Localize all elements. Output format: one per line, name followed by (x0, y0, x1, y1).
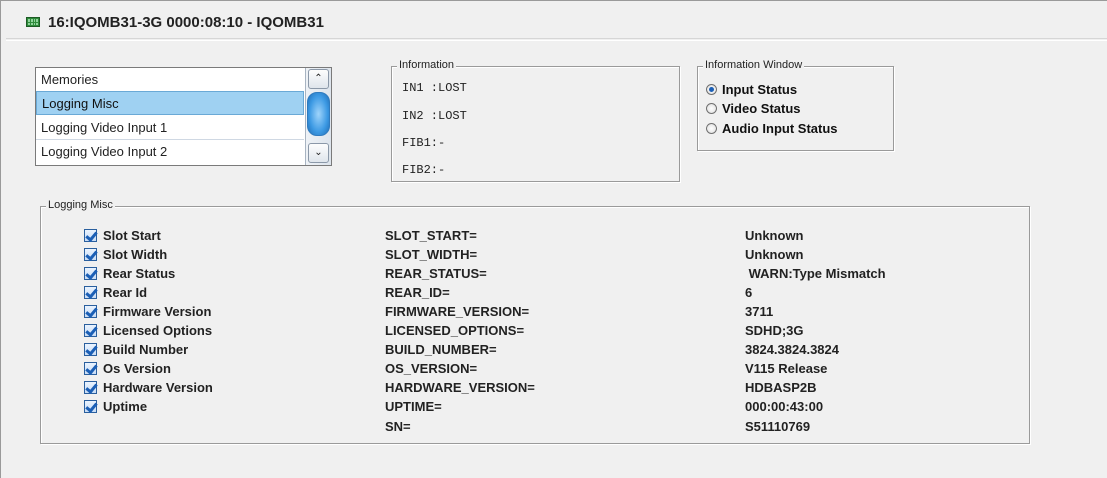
log-row-hardware-version: Hardware Version HARDWARE_VERSION= HDBAS… (41, 380, 1031, 400)
chevron-down-icon: ⌄ (314, 147, 323, 158)
radio-input-status[interactable]: Input Status (706, 82, 797, 97)
chevron-up-icon: ⌃ (314, 73, 323, 84)
log-label: Firmware Version (103, 304, 212, 319)
info-line-fib2: FIB2:- (402, 163, 446, 177)
radio-label: Audio Input Status (722, 121, 838, 136)
log-key: BUILD_NUMBER= (385, 342, 497, 357)
log-row-os-version: Os Version OS_VERSION= V115 Release (41, 361, 1031, 381)
memories-listbox[interactable]: Memories Logging Misc Logging Video Inpu… (35, 67, 332, 166)
checkbox-firmware-version[interactable] (84, 305, 97, 318)
log-value: Unknown (745, 247, 804, 262)
log-label: Rear Status (103, 266, 176, 281)
info-line-in2: IN2 :LOST (402, 109, 467, 123)
title-bar: 16:IQOMB31-3G 0000:08:10 - IQOMB31 (6, 8, 1107, 36)
radio-unchecked-icon[interactable] (706, 123, 717, 134)
radio-label: Video Status (722, 101, 801, 116)
radio-unchecked-icon[interactable] (706, 103, 717, 114)
info-line-in1: IN1 :LOST (402, 81, 467, 95)
log-label: Uptime (103, 399, 148, 414)
log-value: WARN:Type Mismatch (745, 266, 886, 281)
log-label: Os Version (103, 361, 171, 376)
log-row-slot-width: Slot Width SLOT_WIDTH= Unknown (41, 247, 1031, 267)
information-group: Information IN1 :LOST IN2 :LOST FIB1:- F… (391, 59, 680, 182)
information-window-legend: Information Window (703, 59, 805, 71)
list-item-memories[interactable]: Memories (36, 68, 304, 92)
checkbox-os-version[interactable] (84, 362, 97, 375)
log-row-slot-start: Slot Start SLOT_START= Unknown (41, 228, 1031, 248)
info-line-fib1: FIB1:- (402, 136, 446, 150)
checkbox-slot-start[interactable] (84, 229, 97, 242)
log-label: Build Number (103, 342, 189, 357)
information-window-group: Information Window Input Status Video St… (697, 59, 894, 151)
checkbox-uptime[interactable] (84, 400, 97, 413)
log-key: SLOT_WIDTH= (385, 247, 478, 262)
log-key: SN= (385, 419, 411, 434)
checkbox-licensed-options[interactable] (84, 324, 97, 337)
log-value: 3824.3824.3824 (745, 342, 839, 357)
log-label: Slot Width (103, 247, 168, 262)
radio-label: Input Status (722, 82, 798, 97)
log-row-licensed-options: Licensed Options LICENSED_OPTIONS= SDHD;… (41, 323, 1031, 343)
checkbox-build-number[interactable] (84, 343, 97, 356)
checkbox-slot-width[interactable] (84, 248, 97, 261)
log-label: Licensed Options (103, 323, 213, 338)
log-key: REAR_ID= (385, 285, 450, 300)
log-value: 6 (745, 285, 753, 300)
log-row-rear-status: Rear Status REAR_STATUS= WARN:Type Misma… (41, 266, 1031, 286)
log-label: Hardware Version (103, 380, 213, 395)
log-key: UPTIME= (385, 399, 442, 414)
log-key: FIRMWARE_VERSION= (385, 304, 530, 319)
log-row-uptime: Uptime UPTIME= 000:00:43:00 (41, 399, 1031, 419)
log-value: 000:00:43:00 (745, 399, 824, 414)
list-item-logging-misc[interactable]: Logging Misc (36, 91, 304, 115)
checkbox-rear-id[interactable] (84, 286, 97, 299)
scroll-thumb[interactable] (307, 92, 330, 136)
memories-scrollbar[interactable]: ⌃ ⌄ (305, 68, 331, 165)
log-key: OS_VERSION= (385, 361, 478, 376)
log-row-sn: SN= S51110769 (41, 419, 1031, 439)
list-item-logging-video-input-2[interactable]: Logging Video Input 2 (36, 140, 304, 164)
log-row-build-number: Build Number BUILD_NUMBER= 3824.3824.382… (41, 342, 1031, 362)
log-key: REAR_STATUS= (385, 266, 487, 281)
scroll-down-button[interactable]: ⌄ (308, 143, 329, 163)
log-value: V115 Release (745, 361, 828, 376)
log-value: S51110769 (745, 419, 811, 434)
list-item-logging-video-input-1[interactable]: Logging Video Input 1 (36, 116, 304, 140)
title-divider-highlight (6, 40, 1107, 41)
module-icon (26, 17, 40, 27)
radio-checked-icon[interactable] (706, 84, 717, 95)
window-title: 16:IQOMB31-3G 0000:08:10 - IQOMB31 (48, 13, 324, 31)
title-divider (6, 38, 1107, 39)
log-key: LICENSED_OPTIONS= (385, 323, 525, 338)
radio-audio-input-status[interactable]: Audio Input Status (706, 121, 838, 136)
checkbox-hardware-version[interactable] (84, 381, 97, 394)
log-value: 3711 (745, 304, 774, 319)
log-row-rear-id: Rear Id REAR_ID= 6 (41, 285, 1031, 305)
log-key: HARDWARE_VERSION= (385, 380, 535, 395)
logging-misc-group: Logging Misc Slot Start SLOT_START= Unkn… (40, 199, 1031, 444)
information-legend: Information (397, 59, 457, 71)
checkbox-rear-status[interactable] (84, 267, 97, 280)
logging-misc-legend: Logging Misc (46, 199, 115, 211)
log-value: Unknown (745, 228, 804, 243)
log-row-firmware-version: Firmware Version FIRMWARE_VERSION= 3711 (41, 304, 1031, 324)
scroll-up-button[interactable]: ⌃ (308, 69, 329, 89)
log-value: HDBASP2B (745, 380, 817, 395)
log-key: SLOT_START= (385, 228, 477, 243)
log-label: Rear Id (103, 285, 148, 300)
log-label: Slot Start (103, 228, 161, 243)
radio-video-status[interactable]: Video Status (706, 101, 801, 116)
log-value: SDHD;3G (745, 323, 804, 338)
